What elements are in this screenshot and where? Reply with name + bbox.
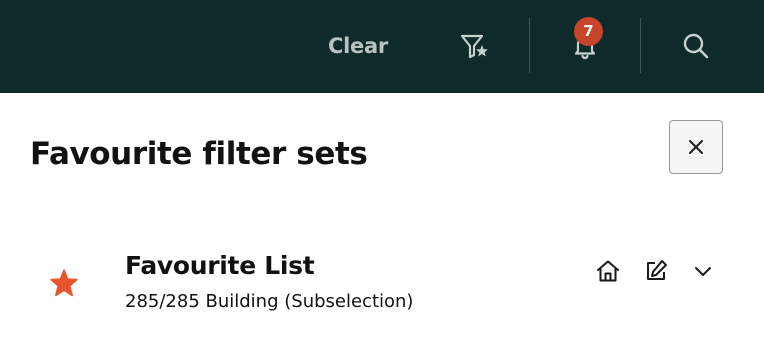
search-button[interactable] bbox=[676, 26, 716, 66]
chevron-down-icon bbox=[695, 267, 711, 276]
filter-star-icon bbox=[460, 34, 488, 59]
favourite-list-item[interactable]: Favourite List 285/285 Building (Subsele… bbox=[0, 240, 764, 330]
favourite-item-title: Favourite List bbox=[125, 251, 315, 280]
favourite-filter-button[interactable] bbox=[455, 26, 495, 66]
topbar-divider bbox=[640, 18, 641, 73]
home-icon bbox=[597, 260, 619, 282]
set-home-button[interactable] bbox=[593, 256, 623, 286]
notification-count-badge: 7 bbox=[574, 17, 603, 46]
close-icon bbox=[689, 140, 703, 154]
search-icon bbox=[683, 33, 709, 59]
topbar-divider bbox=[529, 18, 530, 73]
favourite-item-subtitle: 285/285 Building (Subselection) bbox=[125, 291, 414, 312]
clear-button[interactable]: Clear bbox=[318, 28, 398, 64]
edit-icon bbox=[647, 260, 667, 280]
panel-title: Favourite filter sets bbox=[30, 136, 368, 172]
top-bar: Clear 7 bbox=[0, 0, 764, 93]
star-icon[interactable] bbox=[49, 268, 79, 298]
close-button[interactable] bbox=[669, 120, 723, 174]
expand-button[interactable] bbox=[688, 256, 718, 286]
edit-button[interactable] bbox=[641, 256, 671, 286]
